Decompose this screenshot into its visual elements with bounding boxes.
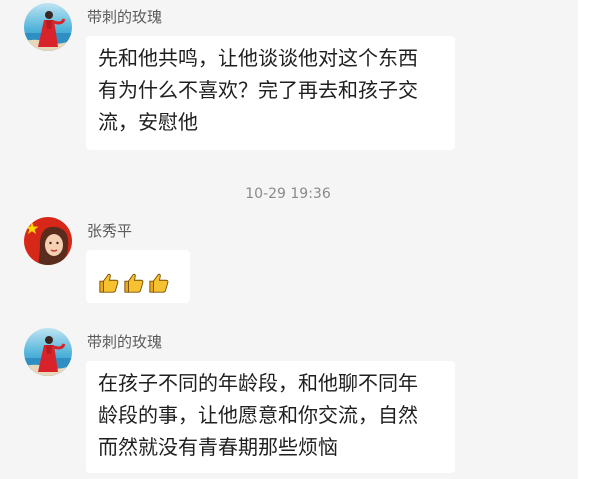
- woman-in-red-dress-avatar-icon: [24, 3, 72, 51]
- avatar[interactable]: [24, 328, 72, 376]
- message-text-line: 而然就没有青春期那些烦恼: [98, 435, 338, 459]
- message-text-line: 流，安慰他: [98, 110, 198, 134]
- thumbs-up-icon: [98, 271, 120, 293]
- sender-name: 带刺的玫瑰: [87, 8, 163, 26]
- message-text-line: 先和他共鸣，让他谈谈他对这个东西: [98, 46, 418, 70]
- message-bubble[interactable]: 先和他共鸣，让他谈谈他对这个东西 有为什么不喜欢？完了再去和孩子交 流，安慰他: [86, 36, 455, 150]
- chat-window: 带刺的玫瑰 先和他共鸣，让他谈谈他对这个东西 有为什么不喜欢？完了再去和孩子交 …: [0, 0, 592, 479]
- sender-name: 带刺的玫瑰: [87, 333, 163, 351]
- window-edge: [578, 0, 592, 479]
- avatar[interactable]: [24, 217, 72, 265]
- message-text-line: 龄段的事，让他愿意和你交流，自然: [98, 403, 418, 427]
- avatar[interactable]: [24, 3, 72, 51]
- sender-name: 张秀平: [87, 222, 133, 240]
- thumbs-up-icon: [148, 271, 170, 293]
- message-bubble[interactable]: 👍👍👍: [86, 250, 190, 303]
- message-text-line: 在孩子不同的年龄段，和他聊不同年: [98, 371, 418, 395]
- flag-portrait-avatar-icon: [24, 217, 72, 265]
- thumbs-up-icon: [123, 271, 145, 293]
- woman-in-red-dress-avatar-icon: [24, 328, 72, 376]
- message-bubble[interactable]: 在孩子不同的年龄段，和他聊不同年 龄段的事，让他愿意和你交流，自然 而然就没有青…: [86, 361, 455, 473]
- message-text-line: 有为什么不喜欢？完了再去和孩子交: [98, 78, 418, 102]
- message-timestamp: 10-29 19:36: [245, 186, 331, 202]
